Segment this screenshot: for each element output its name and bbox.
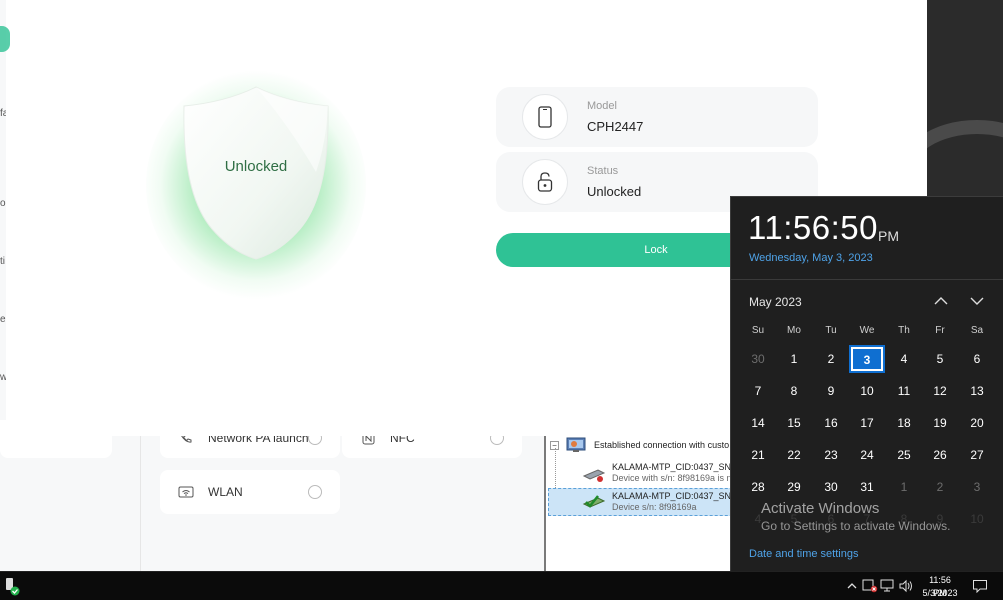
weekday-header: Th — [898, 325, 910, 336]
device-manager-window: − Established connection with custo KALA… — [544, 436, 732, 572]
clock-ampm: PM — [878, 228, 899, 244]
calendar-day[interactable]: 30 — [813, 473, 849, 501]
calendar-day[interactable]: 15 — [776, 409, 812, 437]
unlock-icon — [522, 159, 568, 205]
calendar-day[interactable]: 10 — [849, 377, 885, 405]
connection-group-label: Established connection with custo — [594, 440, 730, 450]
edge-label: ti — [0, 256, 5, 267]
clock-time: 11:56:50 — [748, 209, 879, 246]
calendar-day[interactable]: 16 — [813, 409, 849, 437]
device-ok-icon — [582, 492, 606, 512]
calendar-day[interactable]: 19 — [922, 409, 958, 437]
shield-graphic: Unlocked — [136, 60, 376, 300]
app-shield-icon[interactable] — [4, 576, 20, 596]
status-value: Unlocked — [587, 184, 642, 199]
weekday-header: Mo — [787, 325, 801, 336]
app-logo-fragment — [0, 26, 10, 52]
calendar-day[interactable]: 14 — [740, 409, 776, 437]
calendar-day-today[interactable]: 3 — [849, 345, 885, 373]
phone-icon — [522, 94, 568, 140]
calendar-day[interactable]: 31 — [849, 473, 885, 501]
clock-flyout: 11:56:50 PM Wednesday, May 3, 2023 May 2… — [730, 196, 1003, 571]
device-name[interactable]: KALAMA-MTP_CID:0437_SN:8 — [612, 491, 732, 501]
device-detail: Device s/n: 8f98169a — [612, 502, 697, 512]
network-icon[interactable] — [880, 578, 896, 594]
calendar-day[interactable]: 5 — [922, 345, 958, 373]
weekday-header: Su — [751, 325, 765, 336]
wlan-card[interactable]: WLAN — [160, 470, 340, 514]
wifi-icon — [178, 485, 194, 499]
calendar-day[interactable]: 8 — [776, 377, 812, 405]
model-value: CPH2447 — [587, 119, 644, 134]
device-name[interactable]: KALAMA-MTP_CID:0437_SN:8 — [612, 462, 732, 472]
calendar-day[interactable]: 30 — [740, 345, 776, 373]
calendar-day[interactable]: 1 — [886, 473, 922, 501]
calendar-day[interactable]: 29 — [776, 473, 812, 501]
calendar-day[interactable]: 13 — [959, 377, 995, 405]
month-label[interactable]: May 2023 — [749, 295, 802, 309]
calendar-day[interactable]: 25 — [886, 441, 922, 469]
calendar-day[interactable]: 28 — [740, 473, 776, 501]
desktop-swirl — [927, 120, 1003, 196]
calendar-day[interactable]: 3 — [959, 473, 995, 501]
clock-date-link[interactable]: Wednesday, May 3, 2023 — [749, 252, 873, 264]
calendar-day[interactable]: 18 — [886, 409, 922, 437]
calendar-day[interactable]: 9 — [813, 377, 849, 405]
calendar-day[interactable]: 17 — [849, 409, 885, 437]
chevron-up-icon[interactable] — [844, 578, 860, 594]
device-icon[interactable] — [862, 578, 878, 594]
weekday-header: Tu — [825, 325, 837, 336]
calendar-day[interactable]: 2 — [813, 345, 849, 373]
calendar-day[interactable]: 12 — [922, 377, 958, 405]
taskbar-date[interactable]: 5/3/2023 — [918, 587, 962, 600]
chevron-up-icon[interactable] — [931, 292, 951, 310]
calendar-day[interactable]: 21 — [740, 441, 776, 469]
volume-icon[interactable] — [898, 578, 914, 594]
divider — [731, 279, 1003, 280]
desktop-background — [927, 0, 1003, 196]
calendar-day[interactable]: 24 — [849, 441, 885, 469]
activation-watermark-subtitle: Go to Settings to activate Windows. — [761, 519, 951, 533]
activation-watermark-title: Activate Windows — [761, 500, 880, 517]
device-detail: Device with s/n: 8f98169a is n — [612, 473, 732, 483]
calendar-day[interactable]: 23 — [813, 441, 849, 469]
calendar-day[interactable]: 11 — [886, 377, 922, 405]
calendar-day[interactable]: 6 — [959, 345, 995, 373]
taskbar: 11:56 PM 5/3/2023 — [0, 571, 1003, 600]
calendar-day[interactable]: 1 — [776, 345, 812, 373]
weekday-header: Fr — [935, 325, 945, 336]
model-card: Model CPH2447 — [496, 87, 818, 147]
calendar-day[interactable]: 2 — [922, 473, 958, 501]
divider — [140, 436, 141, 572]
calendar-day[interactable]: 27 — [959, 441, 995, 469]
device-warning-icon — [582, 464, 606, 484]
calendar-day[interactable]: 7 — [740, 377, 776, 405]
model-label: Model — [587, 100, 617, 112]
chevron-down-icon[interactable] — [967, 292, 987, 310]
weekday-header: Sa — [970, 325, 984, 336]
weekday-header: We — [859, 325, 875, 336]
calendar-day[interactable]: 10 — [959, 505, 995, 533]
date-time-settings-link[interactable]: Date and time settings — [749, 548, 858, 560]
shield-status-label: Unlocked — [224, 158, 288, 175]
calendar-day[interactable]: 22 — [776, 441, 812, 469]
status-label: Status — [587, 165, 619, 177]
notification-icon[interactable] — [972, 578, 988, 594]
calendar-day[interactable]: 4 — [886, 345, 922, 373]
calendar-day[interactable]: 26 — [922, 441, 958, 469]
computer-icon — [566, 437, 588, 453]
calendar-day[interactable]: 20 — [959, 409, 995, 437]
wlan-label: WLAN — [208, 485, 243, 499]
wlan-radio[interactable] — [308, 485, 322, 499]
